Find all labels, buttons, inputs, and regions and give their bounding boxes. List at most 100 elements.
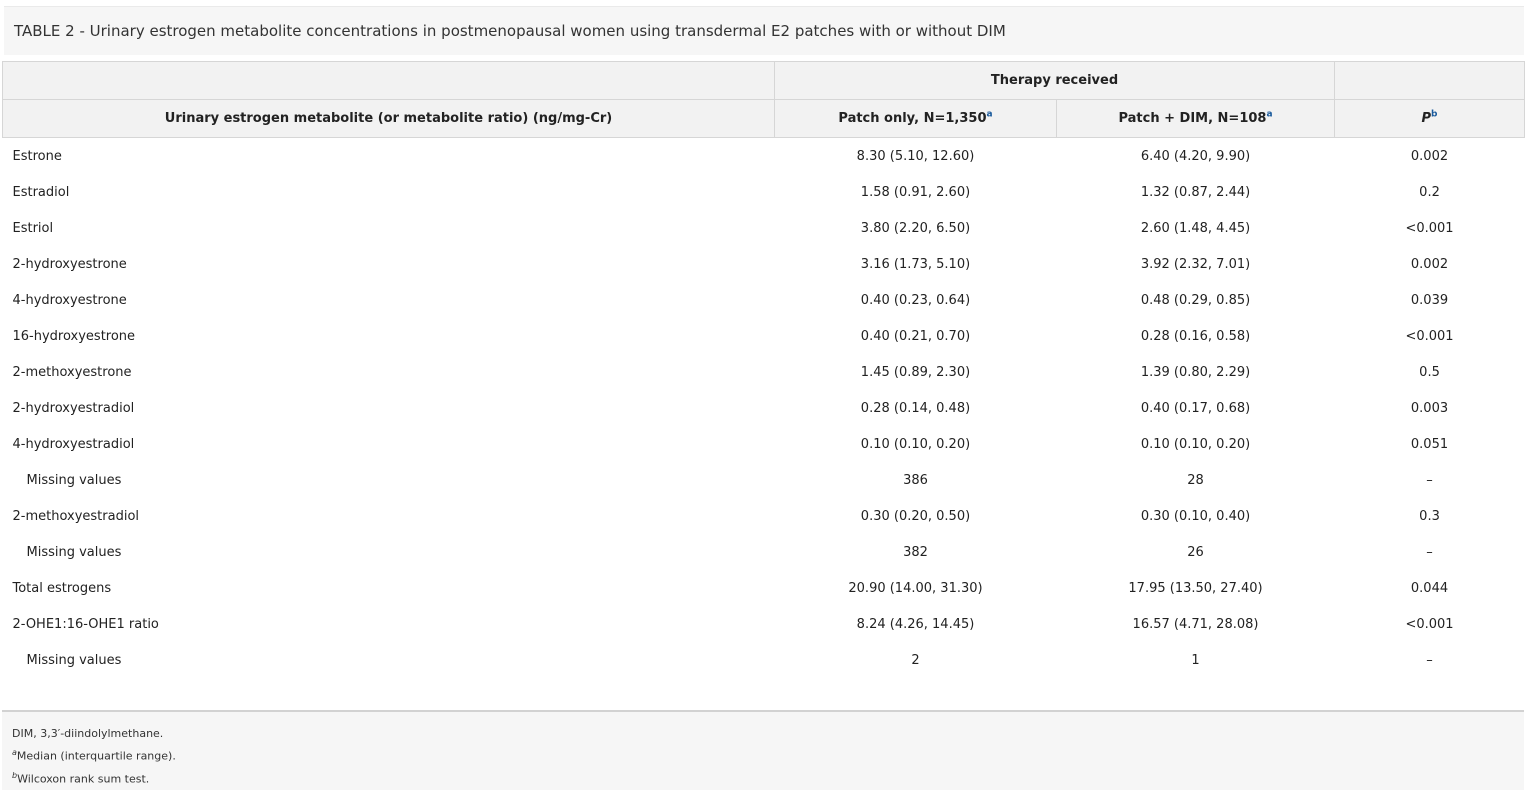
header-metabolite-label: Urinary estrogen metabolite (or metaboli… xyxy=(164,111,613,126)
cell-p-value: 0.002 xyxy=(1410,256,1449,272)
cell-patch-only: 3.80 (2.20, 6.50) xyxy=(860,220,971,236)
cell-patch-only: 0.40 (0.21, 0.70) xyxy=(860,328,971,344)
header-empty-cell xyxy=(1334,61,1526,100)
row-label: 2-hydroxyestrone xyxy=(12,256,127,272)
cell-patch-only: 3.16 (1.73, 5.10) xyxy=(860,256,971,272)
table-row: 16-hydroxyestrone 0.40 (0.21, 0.70) 0.28… xyxy=(3,318,1525,354)
cell-patch-only: 382 xyxy=(903,544,928,560)
table-row: 2-methoxyestradiol 0.30 (0.20, 0.50) 0.3… xyxy=(3,498,1525,534)
footnote-abbreviation: DIM, 3,3′-diindolylmethane. xyxy=(12,727,164,740)
footnote-a: aMedian (interquartile range). xyxy=(12,743,1514,766)
row-label: 2-methoxyestradiol xyxy=(12,508,140,524)
row-label: 16-hydroxyestrone xyxy=(12,328,136,344)
table-row: 2-methoxyestrone 1.45 (0.89, 2.30) 1.39 … xyxy=(3,354,1525,390)
table-body: Estrone 8.30 (5.10, 12.60) 6.40 (4.20, 9… xyxy=(3,138,1525,679)
header-patch-dim: Patch + DIM, N=108a xyxy=(1055,99,1336,138)
cell-patch-dim: 17.95 (13.50, 27.40) xyxy=(1128,580,1263,596)
header-p-value: Pb xyxy=(1334,99,1526,138)
cell-p-value: 0.051 xyxy=(1410,436,1449,452)
cell-patch-only: 0.30 (0.20, 0.50) xyxy=(860,508,971,524)
cell-p-value: 0.3 xyxy=(1419,508,1440,524)
table-row: Estrone 8.30 (5.10, 12.60) 6.40 (4.20, 9… xyxy=(3,138,1525,175)
cell-patch-dim: 6.40 (4.20, 9.90) xyxy=(1140,148,1251,164)
cell-patch-dim: 26 xyxy=(1187,544,1204,560)
data-table-container: Therapy received Urinary estrogen metabo… xyxy=(2,61,1526,679)
cell-p-value: <0.001 xyxy=(1405,220,1454,236)
cell-patch-dim: 0.48 (0.29, 0.85) xyxy=(1140,292,1251,308)
cell-p-value: 0.5 xyxy=(1419,364,1440,380)
cell-p-value: – xyxy=(1426,652,1433,668)
row-label: 2-OHE1:16-OHE1 ratio xyxy=(12,616,159,632)
cell-patch-dim: 1.32 (0.87, 2.44) xyxy=(1140,184,1251,200)
table-row: 4-hydroxyestrone 0.40 (0.23, 0.64) 0.48 … xyxy=(3,282,1525,318)
cell-patch-dim: 2.60 (1.48, 4.45) xyxy=(1140,220,1251,236)
cell-patch-dim: 1 xyxy=(1191,652,1200,668)
cell-p-value: 0.039 xyxy=(1410,292,1449,308)
table-row: Missing values 382 26 – xyxy=(3,534,1525,570)
cell-p-value: – xyxy=(1426,544,1433,560)
row-label: Total estrogens xyxy=(12,580,112,596)
table-row: Missing values 2 1 – xyxy=(3,642,1525,678)
table-row: 2-hydroxyestradiol 0.28 (0.14, 0.48) 0.4… xyxy=(3,390,1525,426)
footnote-link-a[interactable]: a xyxy=(987,110,993,120)
row-label: Missing values xyxy=(26,472,122,488)
cell-p-value: <0.001 xyxy=(1405,616,1454,632)
row-label: 4-hydroxyestradiol xyxy=(12,436,135,452)
cell-patch-only: 386 xyxy=(903,472,928,488)
row-label: Estradiol xyxy=(12,184,70,200)
table-caption-text: TABLE 2 - Urinary estrogen metabolite co… xyxy=(14,22,1006,40)
row-label: Estrone xyxy=(12,148,62,164)
cell-patch-only: 8.24 (4.26, 14.45) xyxy=(856,616,975,632)
header-group-therapy: Therapy received xyxy=(773,61,1336,100)
header-metabolite: Urinary estrogen metabolite (or metaboli… xyxy=(2,99,775,138)
cell-patch-only: 0.28 (0.14, 0.48) xyxy=(860,400,971,416)
data-table: Therapy received Urinary estrogen metabo… xyxy=(2,61,1526,679)
cell-p-value: 0.044 xyxy=(1410,580,1449,596)
row-label: Missing values xyxy=(26,544,122,560)
cell-p-value: 0.002 xyxy=(1410,148,1449,164)
cell-patch-dim: 0.40 (0.17, 0.68) xyxy=(1140,400,1251,416)
cell-p-value: <0.001 xyxy=(1405,328,1454,344)
header-patch-dim-label: Patch + DIM, N=108 xyxy=(1118,111,1267,126)
row-label: Missing values xyxy=(26,652,122,668)
footnote-link-a[interactable]: a xyxy=(1266,110,1272,120)
row-label: Estriol xyxy=(12,220,54,236)
cell-patch-dim: 16.57 (4.71, 28.08) xyxy=(1132,616,1259,632)
footnote-a-text: Median (interquartile range). xyxy=(16,749,176,763)
header-empty-cell xyxy=(2,61,775,100)
row-label: 4-hydroxyestrone xyxy=(12,292,127,308)
cell-patch-dim: 3.92 (2.32, 7.01) xyxy=(1140,256,1251,272)
footnote-b-text: Wilcoxon rank sum test. xyxy=(17,772,150,786)
cell-p-value: 0.2 xyxy=(1419,184,1440,200)
table-row: 2-hydroxyestrone 3.16 (1.73, 5.10) 3.92 … xyxy=(3,246,1525,282)
cell-patch-only: 1.58 (0.91, 2.60) xyxy=(860,184,971,200)
table-row: 2-OHE1:16-OHE1 ratio 8.24 (4.26, 14.45) … xyxy=(3,606,1525,642)
table-row: 4-hydroxyestradiol 0.10 (0.10, 0.20) 0.1… xyxy=(3,426,1525,462)
cell-patch-dim: 0.28 (0.16, 0.58) xyxy=(1140,328,1251,344)
cell-patch-only: 8.30 (5.10, 12.60) xyxy=(856,148,975,164)
row-label: 2-hydroxyestradiol xyxy=(12,400,135,416)
cell-patch-only: 0.40 (0.23, 0.64) xyxy=(860,292,971,308)
table-row: Total estrogens 20.90 (14.00, 31.30) 17.… xyxy=(3,570,1525,606)
table-footnotes: DIM, 3,3′-diindolylmethane. aMedian (int… xyxy=(2,710,1524,790)
footnote-b: bWilcoxon rank sum test. xyxy=(12,766,1514,789)
cell-patch-dim: 28 xyxy=(1187,472,1204,488)
cell-patch-dim: 1.39 (0.80, 2.29) xyxy=(1140,364,1251,380)
table-header: Therapy received Urinary estrogen metabo… xyxy=(2,61,1526,138)
table-row: Estriol 3.80 (2.20, 6.50) 2.60 (1.48, 4.… xyxy=(3,210,1525,246)
table-caption: TABLE 2 - Urinary estrogen metabolite co… xyxy=(4,6,1524,55)
cell-patch-only: 1.45 (0.89, 2.30) xyxy=(860,364,971,380)
cell-patch-only: 20.90 (14.00, 31.30) xyxy=(848,580,983,596)
header-patch-only-label: Patch only, N=1,350 xyxy=(838,111,987,126)
cell-patch-only: 2 xyxy=(911,652,920,668)
cell-patch-dim: 0.10 (0.10, 0.20) xyxy=(1140,436,1251,452)
header-patch-only: Patch only, N=1,350a xyxy=(774,99,1057,138)
cell-p-value: – xyxy=(1426,472,1433,488)
header-p-label: P xyxy=(1421,111,1432,126)
row-label: 2-methoxyestrone xyxy=(12,364,132,380)
cell-patch-only: 0.10 (0.10, 0.20) xyxy=(860,436,971,452)
footnote-link-b[interactable]: b xyxy=(1431,110,1437,120)
table-row: Missing values 386 28 – xyxy=(3,462,1525,498)
cell-p-value: 0.003 xyxy=(1410,400,1449,416)
cell-patch-dim: 0.30 (0.10, 0.40) xyxy=(1140,508,1251,524)
